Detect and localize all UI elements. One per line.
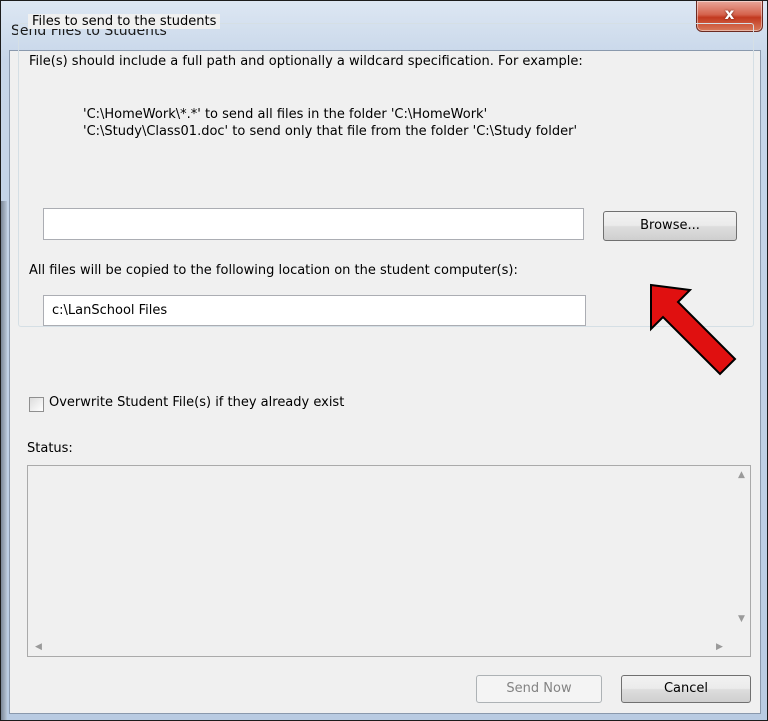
- vertical-scrollbar[interactable]: ▲ ▼: [733, 466, 750, 639]
- group-legend: Files to send to the students: [28, 14, 221, 29]
- file-path-input[interactable]: [43, 208, 584, 240]
- overwrite-label: Overwrite Student File(s) if they alread…: [49, 395, 345, 410]
- scroll-corner: [733, 639, 750, 656]
- red-arrow-annotation: [650, 283, 737, 376]
- scroll-up-icon[interactable]: ▲: [733, 470, 750, 480]
- example-line-2: 'C:\Study\Class01.doc' to send only that…: [83, 124, 578, 139]
- destination-field[interactable]: c:\LanSchool Files: [43, 295, 586, 326]
- scroll-left-icon[interactable]: ◀: [30, 642, 47, 652]
- example-line-1: 'C:\HomeWork\*.*' to send all files in t…: [83, 107, 488, 122]
- description-text: File(s) should include a full path and o…: [29, 54, 583, 69]
- status-label: Status:: [27, 441, 73, 456]
- window-edge: [1, 201, 7, 720]
- overwrite-checkbox[interactable]: [29, 397, 44, 412]
- close-icon: x: [724, 5, 735, 23]
- scroll-right-icon[interactable]: ▶: [711, 642, 728, 652]
- destination-label: All files will be copied to the followin…: [29, 263, 518, 278]
- browse-button[interactable]: Browse...: [603, 211, 737, 241]
- status-textarea[interactable]: ▲ ▼ ◀ ▶: [27, 465, 751, 657]
- scroll-down-icon[interactable]: ▼: [733, 614, 750, 624]
- send-now-button[interactable]: Send Now: [476, 675, 602, 703]
- cancel-button[interactable]: Cancel: [621, 675, 751, 703]
- horizontal-scrollbar[interactable]: ◀ ▶: [28, 639, 733, 656]
